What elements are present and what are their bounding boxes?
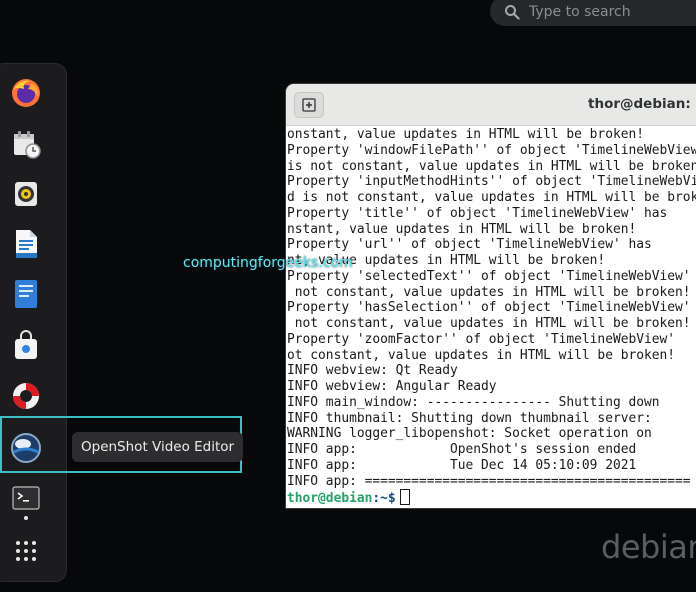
search-input[interactable]: Type to search [529,4,631,20]
calendar-clock-icon [14,131,41,159]
notes-icon [15,280,37,308]
terminal-line: Property 'title'' of object 'TimelineWeb… [287,205,668,221]
terminal-line: Property 'zoomFactor'' of object 'Timeli… [287,331,676,347]
terminal-icon [12,486,40,510]
terminal-line: INFO app: OpenShot's session ended [287,442,637,457]
terminal-line: Property 'inputMethodHints'' of object '… [287,174,696,190]
terminal-line: d is not constant, value updates in HTML… [287,190,696,205]
prompt-user: thor@debian [287,491,373,507]
terminal-line: INFO app: Tue Dec 14 05:10:09 2021 [287,457,637,473]
watermark: computingforgeeks.com [183,255,353,271]
dock-item-firefox[interactable] [9,76,43,110]
terminal-line: INFO thumbnail: Shutting down thumbnail … [287,410,652,426]
dock-item-apps[interactable] [9,534,43,568]
prompt-path: :~$ [372,491,396,507]
dock-tooltip: OpenShot Video Editor [72,432,244,462]
text-cursor [399,489,410,506]
search-icon [505,5,520,20]
dock-item-terminal[interactable] [9,481,43,515]
terminal-line: Property 'url'' of object 'TimelineWebVi… [287,237,652,253]
dock-item-rhythmbox[interactable] [9,177,43,211]
terminal-line: ot constant, value updates in HTML will … [287,347,676,363]
terminal-line: Property 'windowFilePath'' of object 'Ti… [287,142,696,158]
dock-item-writer[interactable] [9,227,43,261]
terminal-output[interactable]: onstant, value updates in HTML will be b… [286,126,696,507]
document-icon [16,230,37,258]
terminal-line: not constant, value updates in HTML will… [287,316,691,331]
terminal-line: INFO app: ==============================… [287,473,691,489]
dock-item-calendar[interactable] [9,127,43,161]
terminal-window[interactable]: thor@debian: ~ onstant, value updates in… [286,84,696,508]
new-tab-button[interactable] [294,92,324,118]
terminal-line: nstant, value updates in HTML will be br… [287,221,637,237]
terminal-line: Property 'hasSelection'' of object 'Time… [287,300,691,316]
speaker-icon [15,182,37,206]
dock-item-notes[interactable] [9,277,43,311]
shopping-bag-icon [15,330,37,359]
terminal-titlebar[interactable]: thor@debian: ~ [286,84,696,126]
terminal-line: INFO webview: Qt Ready [287,363,458,379]
terminal-line: is not constant, value updates in HTML w… [287,158,696,174]
dock-item-help[interactable] [9,379,43,413]
dash-dock [0,63,67,582]
search-bar[interactable]: Type to search [490,0,696,26]
new-tab-icon [302,98,316,112]
grid-icon [16,541,36,561]
debian-logo: debian [601,528,696,566]
terminal-line: Property 'selectedText'' of object 'Time… [287,268,691,284]
window-title: thor@debian: ~ [588,96,696,112]
terminal-prompt[interactable]: thor@debian:~$ [287,489,696,507]
terminal-line: WARNING logger_libopenshot: Socket opera… [287,426,652,442]
terminal-line: onstant, value updates in HTML will be b… [287,127,644,142]
running-indicator [24,516,28,520]
terminal-line: INFO webview: Angular Ready [287,379,497,394]
dock-item-software[interactable] [9,328,43,362]
terminal-line: INFO main_window: ---------------- Shutt… [287,394,660,410]
lifebuoy-icon [13,383,39,409]
terminal-line: not constant, value updates in HTML will… [287,284,691,300]
firefox-icon [12,79,40,107]
